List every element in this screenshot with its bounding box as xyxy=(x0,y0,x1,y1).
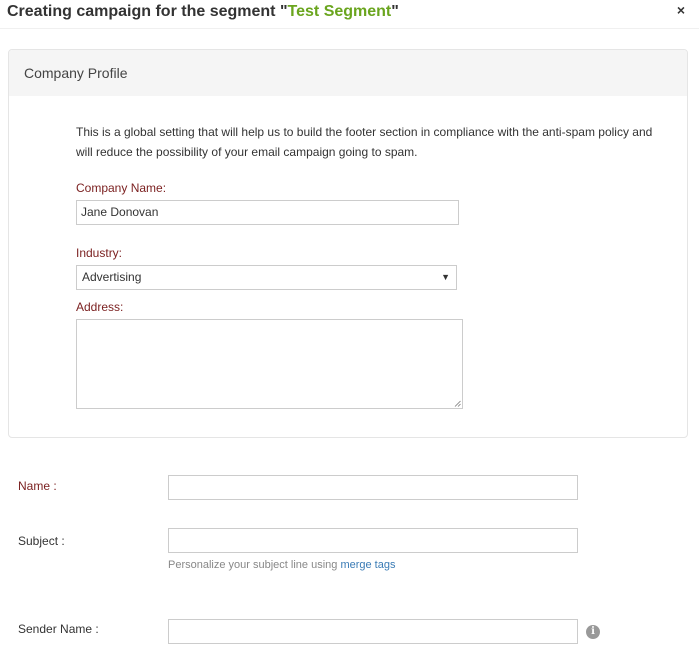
page-title: Creating campaign for the segment "Test … xyxy=(7,3,399,21)
sender-name-label: Sender Name : xyxy=(18,622,99,636)
subject-label: Subject : xyxy=(18,534,65,548)
close-icon[interactable]: × xyxy=(674,2,688,18)
company-name-label: Company Name: xyxy=(76,181,167,195)
name-label: Name : xyxy=(18,479,57,493)
sender-name-field[interactable] xyxy=(168,619,578,644)
address-textarea[interactable] xyxy=(76,319,463,409)
info-icon[interactable]: i xyxy=(586,625,600,639)
header-divider xyxy=(0,28,699,29)
merge-tags-link[interactable]: merge tags xyxy=(340,559,395,571)
subject-hint-text: Personalize your subject line using xyxy=(168,559,341,571)
segment-name: Test Segment xyxy=(287,3,392,20)
name-field[interactable] xyxy=(168,475,578,500)
resize-handle-icon[interactable] xyxy=(454,400,461,407)
company-name-field[interactable]: Jane Donovan xyxy=(76,200,459,225)
address-label: Address: xyxy=(76,300,124,314)
title-prefix: Creating campaign for the segment " xyxy=(7,3,288,20)
title-suffix: " xyxy=(391,3,399,20)
company-profile-description: This is a global setting that will help … xyxy=(76,125,653,159)
industry-select[interactable]: Advertising ▼ xyxy=(76,265,457,290)
company-profile-header: Company Profile xyxy=(9,50,687,96)
industry-selected-value: Advertising xyxy=(82,270,142,284)
company-profile-title: Company Profile xyxy=(24,65,128,81)
chevron-down-icon: ▼ xyxy=(441,272,450,282)
subject-hint: Personalize your subject line using merg… xyxy=(168,559,395,571)
company-profile-panel: Company Profile This is a global setting… xyxy=(8,49,688,438)
industry-label: Industry: xyxy=(76,246,123,260)
subject-field[interactable] xyxy=(168,528,578,553)
